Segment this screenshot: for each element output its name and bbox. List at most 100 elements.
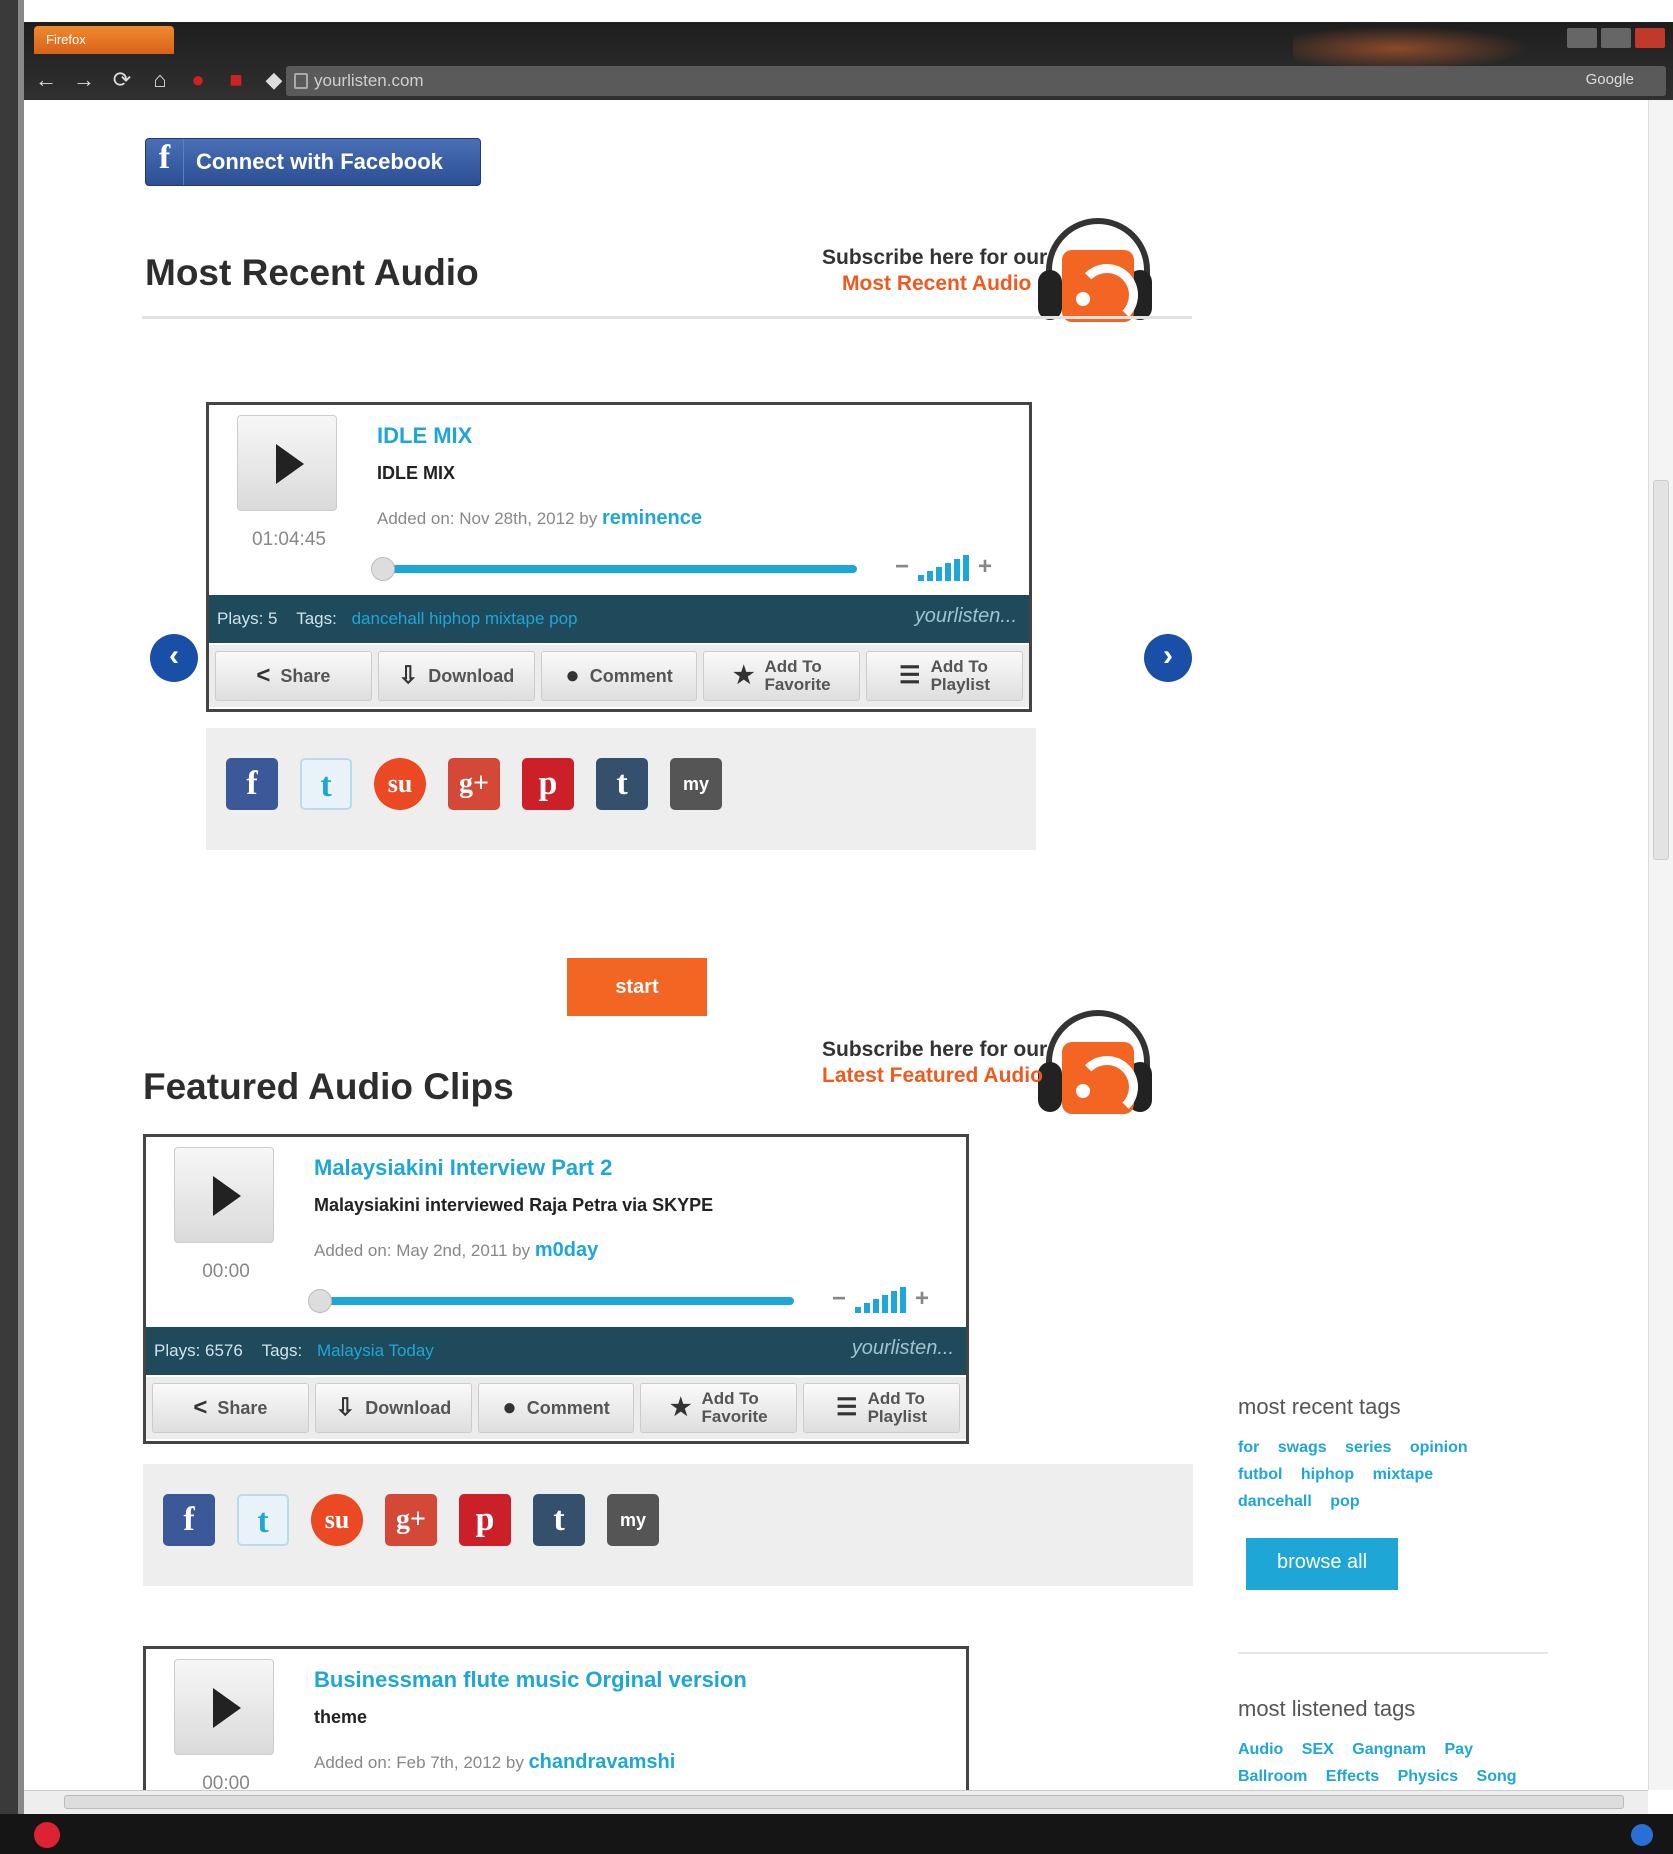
google-plus-icon[interactable]: g+ bbox=[448, 758, 500, 810]
tag-link[interactable]: SEX bbox=[1302, 1741, 1334, 1758]
tag-link[interactable]: hiphop bbox=[1301, 1466, 1354, 1483]
tag-link[interactable]: Physics bbox=[1398, 1768, 1458, 1785]
tag-link[interactable]: mixtape bbox=[1373, 1466, 1433, 1483]
twitter-icon[interactable]: t bbox=[300, 758, 352, 810]
next-arrow-icon[interactable]: › bbox=[1144, 634, 1192, 682]
maximize-button[interactable] bbox=[1601, 28, 1631, 48]
volume-control[interactable]: − + bbox=[826, 1285, 935, 1313]
forward-icon[interactable]: → bbox=[70, 66, 98, 94]
vertical-scroll-thumb[interactable] bbox=[1653, 480, 1669, 860]
tag-link[interactable]: Pay bbox=[1445, 1741, 1473, 1758]
subscribe-recent[interactable]: Subscribe here for our Most Recent Audio bbox=[822, 218, 1202, 328]
track-tags[interactable]: dancehall hiphop mixtape pop bbox=[352, 609, 578, 628]
home-icon[interactable]: ⌂ bbox=[146, 66, 174, 94]
track-title-link[interactable]: Businessman flute music Orginal version bbox=[314, 1667, 747, 1693]
share-label: Share bbox=[217, 1398, 268, 1418]
bookmark-icon[interactable]: ◆ bbox=[260, 66, 288, 94]
close-button[interactable] bbox=[1635, 28, 1665, 48]
most-recent-title: Most Recent Audio bbox=[145, 252, 479, 293]
stop-icon[interactable]: ■ bbox=[222, 66, 250, 94]
tag-link[interactable]: dancehall bbox=[1238, 1493, 1312, 1510]
yourlisten-logo[interactable]: yourlisten... bbox=[852, 1337, 954, 1360]
comment-button[interactable]: ● Comment bbox=[477, 1383, 635, 1433]
player-actions: < Share ⇩ Download ● Comment ★ Add To Favorit… bbox=[209, 645, 1029, 707]
add-favorite-button[interactable]: ★ Add To Favorite bbox=[640, 1383, 798, 1433]
author-link[interactable]: chandravamshi bbox=[529, 1751, 676, 1773]
add-favorite-button[interactable]: ★ Add To Favorite bbox=[703, 651, 861, 701]
tag-link[interactable]: Ballroom bbox=[1238, 1768, 1307, 1785]
tag-link[interactable]: futbol bbox=[1238, 1466, 1282, 1483]
tag-link[interactable]: for bbox=[1238, 1439, 1259, 1456]
play-icon[interactable] bbox=[237, 415, 337, 511]
track-title-link[interactable]: IDLE MIX bbox=[377, 423, 472, 449]
subscribe-link[interactable]: Latest Featured Audio bbox=[822, 1064, 1043, 1088]
subscribe-featured[interactable]: Subscribe here for our Latest Featured A… bbox=[822, 1010, 1202, 1120]
reload-icon[interactable]: ⟳ bbox=[108, 66, 136, 94]
tag-link[interactable]: series bbox=[1345, 1439, 1391, 1456]
vertical-scrollbar[interactable] bbox=[1648, 100, 1673, 1790]
horizontal-scrollbar[interactable] bbox=[24, 1790, 1648, 1814]
addon-icon[interactable]: ● bbox=[184, 66, 212, 94]
plays-count: Plays: 5 bbox=[217, 609, 278, 628]
search-engine-label[interactable]: Google bbox=[1586, 71, 1634, 88]
download-button[interactable]: ⇩ Download bbox=[314, 1383, 472, 1433]
horizontal-scroll-thumb[interactable] bbox=[64, 1795, 1624, 1809]
stumbleupon-icon[interactable]: su bbox=[374, 758, 426, 810]
seek-bar[interactable] bbox=[377, 565, 857, 573]
app-menu-button[interactable]: Firefox bbox=[34, 26, 174, 54]
author-link[interactable]: reminence bbox=[602, 507, 702, 529]
tag-link[interactable]: opinion bbox=[1410, 1439, 1468, 1456]
share-button[interactable]: < Share bbox=[215, 651, 372, 701]
tag-link[interactable]: pop bbox=[1330, 1493, 1359, 1510]
twitter-icon[interactable]: t bbox=[237, 1494, 289, 1546]
add-playlist-button[interactable]: ☰ Add To Playlist bbox=[866, 651, 1023, 701]
track-tags[interactable]: Malaysia Today bbox=[317, 1341, 434, 1360]
facebook-icon[interactable]: f bbox=[226, 758, 278, 810]
subscribe-link[interactable]: Most Recent Audio bbox=[842, 272, 1031, 296]
google-plus-icon[interactable]: g+ bbox=[385, 1494, 437, 1546]
tag-link[interactable]: swags bbox=[1278, 1439, 1327, 1456]
tag-link[interactable]: Audio bbox=[1238, 1741, 1283, 1758]
address-bar[interactable]: yourlisten.com Google bbox=[286, 66, 1666, 96]
yourlisten-logo[interactable]: yourlisten... bbox=[915, 605, 1017, 628]
fav-label-1: Add To bbox=[701, 1389, 759, 1408]
back-icon[interactable]: ← bbox=[32, 66, 60, 94]
share-button[interactable]: < Share bbox=[152, 1383, 309, 1433]
tag-link[interactable]: Effects bbox=[1326, 1768, 1379, 1785]
minimize-button[interactable] bbox=[1567, 28, 1597, 48]
comment-button[interactable]: ● Comment bbox=[540, 651, 698, 701]
seek-handle[interactable] bbox=[308, 1289, 332, 1313]
system-tray-icon[interactable] bbox=[1631, 1824, 1653, 1846]
play-icon[interactable] bbox=[174, 1147, 274, 1243]
volume-control[interactable]: − + bbox=[889, 553, 998, 581]
download-button[interactable]: ⇩ Download bbox=[377, 651, 535, 701]
tag-link[interactable]: Song bbox=[1477, 1768, 1517, 1785]
volume-up-icon[interactable]: + bbox=[978, 553, 992, 581]
section-divider bbox=[142, 316, 1192, 319]
prev-arrow-icon[interactable]: ‹ bbox=[150, 634, 198, 682]
facebook-icon[interactable]: f bbox=[163, 1494, 215, 1546]
browse-all-button[interactable]: browse all bbox=[1246, 1538, 1398, 1590]
start-button[interactable]: start bbox=[567, 958, 707, 1016]
pinterest-icon[interactable]: p bbox=[522, 758, 574, 810]
screenshot-frame: Firefox ← → ⟳ ⌂ ● ■ ◆ yourlisten.com Goo… bbox=[0, 0, 1673, 1854]
tumblr-icon[interactable]: t bbox=[533, 1494, 585, 1546]
play-icon[interactable] bbox=[174, 1659, 274, 1755]
author-link[interactable]: m0day bbox=[535, 1239, 598, 1261]
pinterest-icon[interactable]: p bbox=[459, 1494, 511, 1546]
seek-handle[interactable] bbox=[371, 557, 395, 581]
seek-bar[interactable] bbox=[314, 1297, 794, 1305]
volume-down-icon[interactable]: − bbox=[895, 553, 909, 581]
volume-up-icon[interactable]: + bbox=[915, 1285, 929, 1313]
volume-down-icon[interactable]: − bbox=[832, 1285, 846, 1313]
start-menu-icon[interactable] bbox=[34, 1822, 60, 1848]
add-playlist-button[interactable]: ☰ Add To Playlist bbox=[803, 1383, 960, 1433]
myspace-icon[interactable]: my bbox=[670, 758, 722, 810]
tag-link[interactable]: Gangnam bbox=[1352, 1741, 1426, 1758]
stumbleupon-icon[interactable]: su bbox=[311, 1494, 363, 1546]
track-info-bar: Plays: 6576 Tags: Malaysia Today yourlis… bbox=[146, 1327, 966, 1375]
tumblr-icon[interactable]: t bbox=[596, 758, 648, 810]
connect-facebook-button[interactable]: f Connect with Facebook bbox=[145, 138, 481, 186]
track-title-link[interactable]: Malaysiakini Interview Part 2 bbox=[314, 1155, 612, 1181]
myspace-icon[interactable]: my bbox=[607, 1494, 659, 1546]
